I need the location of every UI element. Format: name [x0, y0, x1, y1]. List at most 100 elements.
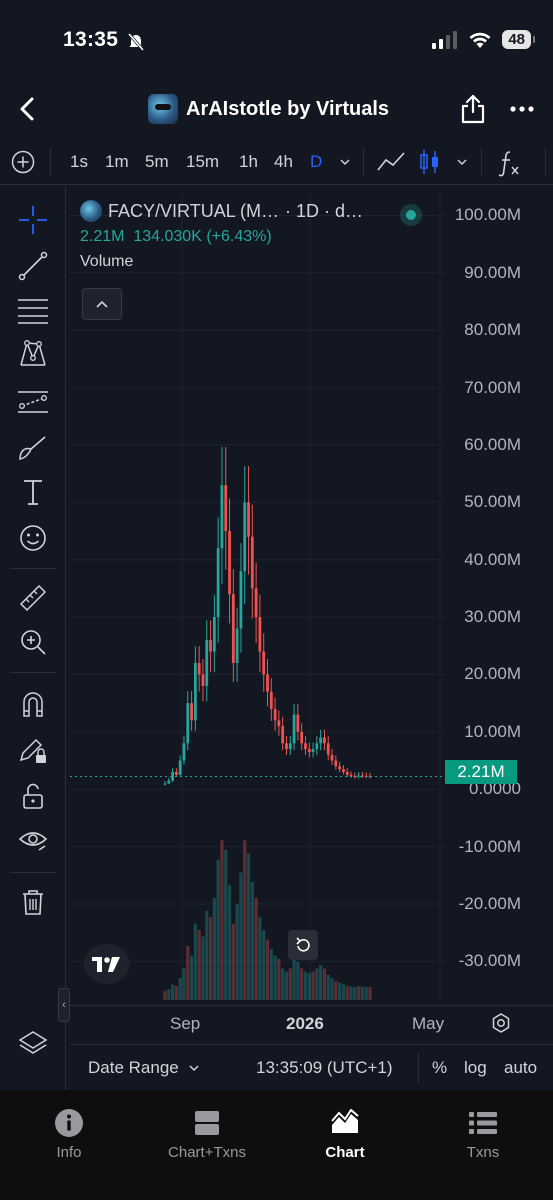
candle-body [228, 531, 231, 595]
volume-bar [296, 962, 300, 1000]
interval-15m[interactable]: 15m [186, 152, 219, 172]
candles-icon[interactable] [418, 148, 442, 176]
volume-bar [239, 872, 243, 1000]
lock-drawing-tool[interactable] [15, 732, 51, 768]
legend-values: 2.21M 134.030K (+6.43%) [80, 228, 440, 246]
brush-tool[interactable] [15, 430, 51, 466]
tradingview-logo[interactable] [84, 944, 130, 984]
add-indicator-icon[interactable] [11, 150, 35, 174]
smiley-icon [20, 525, 46, 551]
candle-body [231, 594, 235, 663]
candle-body [258, 617, 262, 652]
fib-tool[interactable] [15, 292, 51, 328]
time-axis[interactable]: Sep 2026 May [70, 1005, 553, 1040]
toggle-toolbar-button[interactable]: ‹ [58, 988, 70, 1022]
crosshair-icon [19, 206, 47, 234]
function-icon[interactable] [496, 149, 522, 177]
reset-chart-button[interactable] [288, 930, 318, 960]
line-chart-type-icon[interactable] [376, 150, 406, 174]
emoji-tool[interactable] [15, 520, 51, 556]
chevron-down-icon[interactable] [339, 157, 351, 167]
pattern-tool[interactable] [15, 336, 51, 372]
volume-bar [284, 971, 289, 1000]
candle-body [349, 774, 353, 777]
tradingview-logo-icon [92, 957, 120, 972]
candle-body [239, 571, 243, 629]
chevron-down-icon[interactable] [456, 157, 468, 167]
magnet-tool[interactable] [15, 686, 51, 722]
interval-1h[interactable]: 1h [239, 152, 258, 172]
share-icon [461, 94, 485, 124]
volume-bar [254, 898, 258, 1000]
chart-bottom-bar: Date Range 13:35:09 (UTC+1) % log auto [70, 1044, 553, 1090]
measure-tool[interactable] [15, 580, 51, 616]
price-axis[interactable]: 100.00M 90.00M 80.00M 70.00M 60.00M 50.00M 40.… [445, 190, 553, 1000]
volume-bar [231, 923, 235, 1000]
crosshair-tool[interactable] [15, 202, 51, 238]
legend-symbol[interactable]: FACY/VIRTUAL (M… [108, 201, 279, 222]
y-tick-label: 50.00M [464, 492, 521, 512]
timezone-clock[interactable]: 13:35:09 (UTC+1) [256, 1058, 393, 1078]
y-tick-label: 90.00M [464, 262, 521, 282]
tab-chart-txns[interactable]: Chart+Txns [138, 1108, 276, 1161]
delete-tool[interactable] [15, 884, 51, 920]
y-tick-label: -10.00M [458, 836, 521, 856]
last-price-label: 2.21M [445, 760, 517, 784]
interval-4h[interactable]: 4h [274, 152, 293, 172]
chevron-down-icon[interactable] [188, 1063, 200, 1073]
volume-bar [288, 968, 292, 1000]
volume-bar [235, 904, 239, 1000]
signal-icon [432, 30, 458, 49]
legend-interval: · 1D · d… [285, 200, 364, 221]
candle-body [262, 651, 266, 675]
candle-body [235, 628, 239, 663]
volume-bar [281, 968, 285, 1000]
split-view-icon [195, 1111, 219, 1135]
candle-body [277, 720, 281, 727]
tab-chart[interactable]: Chart [276, 1108, 414, 1161]
collapse-legend-button[interactable] [82, 288, 122, 320]
tab-info[interactable]: Info [0, 1108, 138, 1161]
volume-bar [334, 981, 338, 1000]
y-tick-label: 40.00M [464, 549, 521, 569]
forecast-tool[interactable] [15, 384, 51, 420]
more-button[interactable] [508, 94, 536, 124]
layers-tool[interactable] [15, 1026, 51, 1062]
back-button[interactable] [12, 92, 42, 126]
magnet-icon [23, 692, 43, 717]
zoom-in-tool[interactable] [15, 624, 51, 660]
volume-bar [246, 853, 251, 1000]
text-icon [24, 480, 42, 505]
volume-bar [338, 982, 342, 1000]
tab-txns[interactable]: Txns [414, 1108, 552, 1161]
share-button[interactable] [460, 94, 486, 124]
trend-line-tool[interactable] [15, 248, 51, 284]
text-tool[interactable] [15, 474, 51, 510]
y-tick-label: 80.00M [464, 320, 521, 340]
interval-1s[interactable]: 1s [70, 152, 88, 172]
candle-body [174, 771, 178, 775]
candle-body [326, 743, 330, 755]
x-tick-label: Sep [170, 1014, 201, 1033]
y-tick-label: 10.00M [464, 721, 521, 741]
interval-5m[interactable]: 5m [145, 152, 169, 172]
drawing-toolbar [0, 186, 66, 1090]
volume-bar [163, 990, 167, 1000]
percent-toggle[interactable]: % [432, 1058, 447, 1078]
auto-toggle[interactable]: auto [504, 1058, 537, 1078]
bottom-divider [418, 1053, 419, 1083]
volume-bar [315, 968, 319, 1000]
log-toggle[interactable]: log [464, 1058, 487, 1078]
lock-tool[interactable] [15, 778, 51, 814]
chart-settings-button[interactable] [490, 1012, 514, 1036]
layers-icon [18, 1031, 48, 1054]
visibility-tool[interactable] [15, 822, 51, 858]
candle-body [334, 760, 338, 767]
date-range-button[interactable]: Date Range [88, 1058, 179, 1078]
candle-body [167, 780, 171, 784]
volume-bar [197, 930, 201, 1000]
interval-1d[interactable]: D [310, 152, 322, 172]
battery-indicator: 48 [502, 30, 535, 49]
candle-body [250, 536, 254, 589]
interval-1m[interactable]: 1m [105, 152, 129, 172]
